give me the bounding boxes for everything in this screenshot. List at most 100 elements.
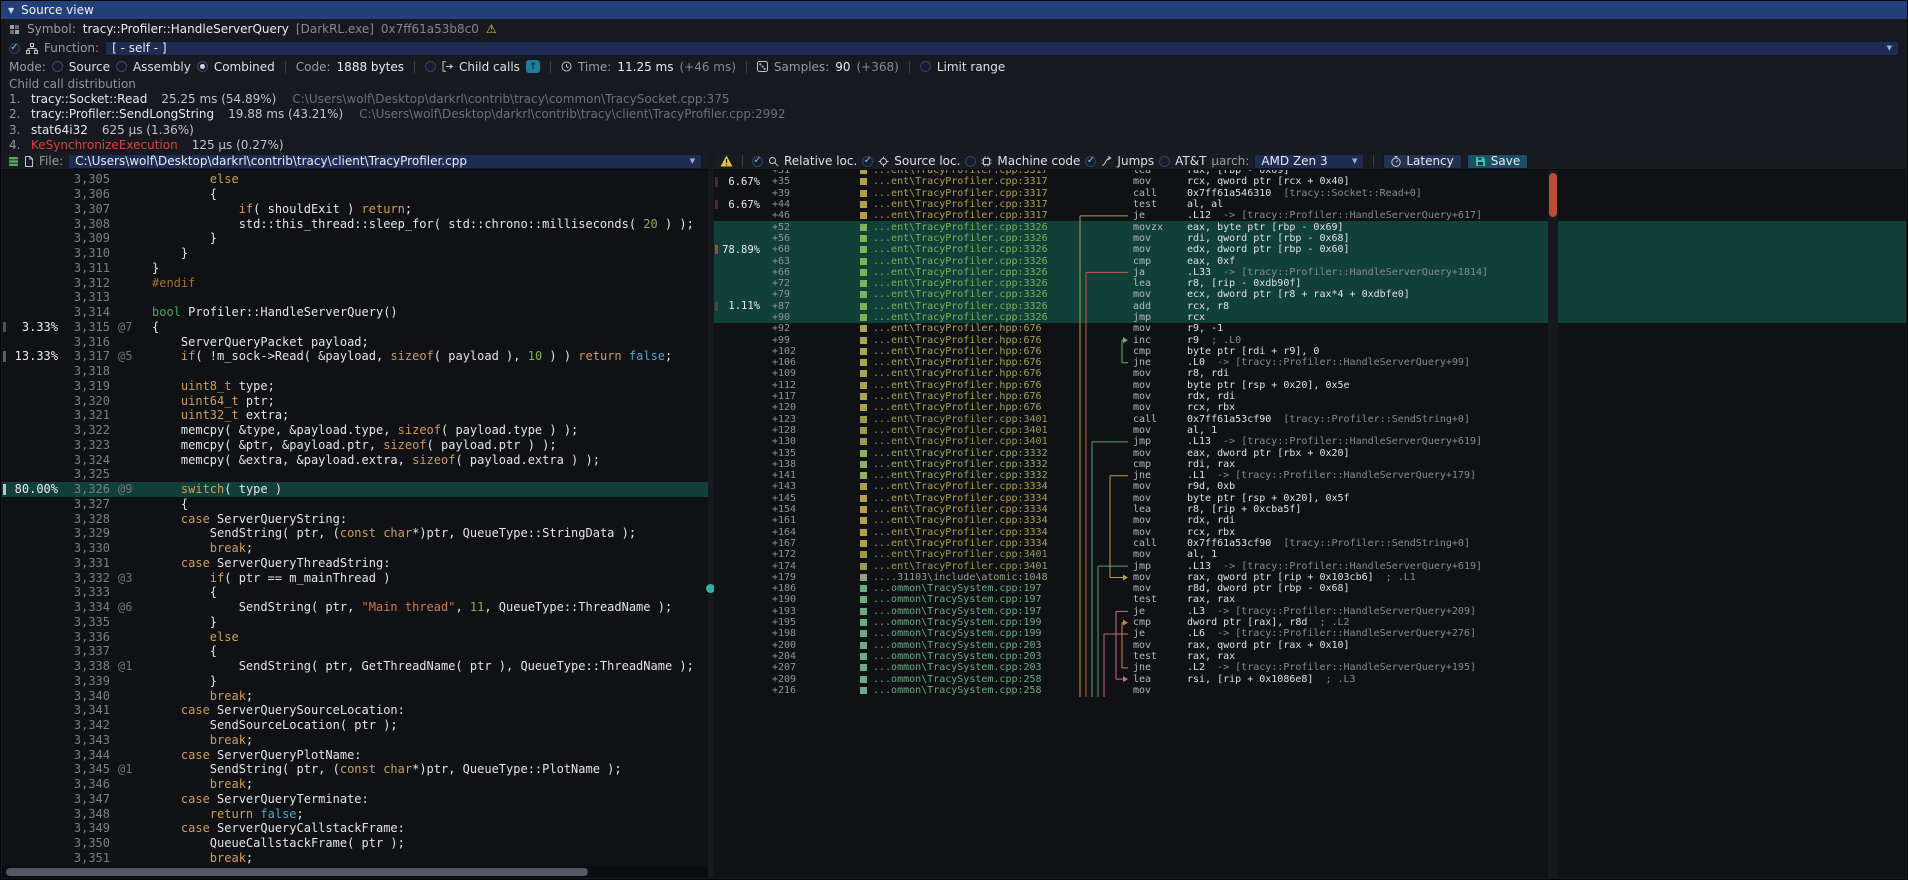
asm-row[interactable]: +204...ommon\TracySystem.cpp:203testrax,…	[714, 651, 1906, 662]
asm-row[interactable]: +209...ommon\TracySystem.cpp:258learsi, …	[714, 673, 1906, 684]
titlebar[interactable]: ▼ Source view	[1, 1, 1907, 19]
asm-row[interactable]: +99...ent\TracyProfiler.hpp:676incr9 ; .…	[714, 334, 1906, 345]
source-line[interactable]: 3,311}	[2, 261, 708, 276]
source-line[interactable]: 3,308 std::this_thread::sleep_for( std::…	[2, 216, 708, 231]
source-line[interactable]: 3,330 break;	[2, 541, 708, 556]
source-line[interactable]: 3,320 uint64_t ptr;	[2, 393, 708, 408]
source-line[interactable]: 3,327 {	[2, 497, 708, 512]
source-line[interactable]: 3,329 SendString( ptr, (const char*)ptr,…	[2, 526, 708, 541]
source-line[interactable]: 3,323 memcpy( &ptr, &payload.ptr, sizeof…	[2, 438, 708, 453]
child-calls-checkbox[interactable]: ✓	[425, 61, 436, 72]
asm-row[interactable]: 6.67%+44...ent\TracyProfiler.cpp:3317tes…	[714, 199, 1906, 210]
asm-row[interactable]: +92...ent\TracyProfiler.hpp:676movr9, -1	[714, 323, 1906, 334]
asm-row[interactable]: 6.67%+35...ent\TracyProfiler.cpp:3317mov…	[714, 176, 1906, 187]
source-line[interactable]: 3,319 uint8_t type;	[2, 379, 708, 394]
asm-row[interactable]: 78.89%+60...ent\TracyProfiler.cpp:3326mo…	[714, 244, 1906, 255]
asm-row[interactable]: +145...ent\TracyProfiler.cpp:3334movbyte…	[714, 493, 1906, 504]
source-line[interactable]: 3,335 }	[2, 615, 708, 630]
source-line[interactable]: 3,336 else	[2, 629, 708, 644]
asm-row[interactable]: +186...ommon\TracySystem.cpp:197movr8d, …	[714, 583, 1906, 594]
uarch-combo[interactable]: AMD Zen 3 ▼	[1254, 154, 1364, 169]
asm-row[interactable]: +123...ent\TracyProfiler.cpp:3401call0x7…	[714, 414, 1906, 425]
child-call-row[interactable]: 2.tracy::Profiler::SendLongString19.88 m…	[1, 107, 1907, 123]
mode-radio-source[interactable]	[52, 61, 63, 72]
asm-row[interactable]: +128...ent\TracyProfiler.cpp:3401moval, …	[714, 425, 1906, 436]
asm-row[interactable]: +207...ommon\TracySystem.cpp:203jne.L2 -…	[714, 662, 1906, 673]
asm-row[interactable]: +164...ent\TracyProfiler.cpp:3334movrcx,…	[714, 527, 1906, 538]
source-line[interactable]: 3,333 {	[2, 585, 708, 600]
source-line[interactable]: 3,322 memcpy( &type, &payload.type, size…	[2, 423, 708, 438]
source-line[interactable]: 3,350 QueueCallstackFrame( ptr );	[2, 836, 708, 851]
asm-row[interactable]: +120...ent\TracyProfiler.hpp:676movrcx, …	[714, 402, 1906, 413]
source-line[interactable]: 3,306 {	[2, 187, 708, 202]
asm-row[interactable]: +117...ent\TracyProfiler.hpp:676movrdx, …	[714, 391, 1906, 402]
source-hscrollbar[interactable]	[2, 866, 708, 878]
source-line[interactable]: 3,343 break;	[2, 733, 708, 748]
source-line[interactable]: 3,324 memcpy( &extra, &payload.extra, si…	[2, 452, 708, 467]
source-line[interactable]: 3,321 uint32_t extra;	[2, 408, 708, 423]
asm-row[interactable]: +66...ent\TracyProfiler.cpp:3326ja.L33 -…	[714, 267, 1906, 278]
source-line[interactable]: 80.00%3,326@9 switch( type )	[2, 482, 708, 497]
function-combo[interactable]: [ - self - ] ▼	[105, 41, 1899, 56]
asm-row[interactable]: +90...ent\TracyProfiler.cpp:3326jmprcx	[714, 312, 1906, 323]
asm-row[interactable]: +112...ent\TracyProfiler.hpp:676movbyte …	[714, 380, 1906, 391]
asm-row[interactable]: +46...ent\TracyProfiler.cpp:3317je.L12 -…	[714, 210, 1906, 221]
asm-row[interactable]: +56...ent\TracyProfiler.cpp:3326movrdi, …	[714, 233, 1906, 244]
source-line[interactable]: 3,342 SendSourceLocation( ptr );	[2, 718, 708, 733]
source-line[interactable]: 3,346 break;	[2, 777, 708, 792]
mode-radio-assembly[interactable]	[116, 61, 127, 72]
asm-row[interactable]: +174...ent\TracyProfiler.cpp:3401jmp.L13…	[714, 560, 1906, 571]
source-line[interactable]: 13.33%3,317@5 if( !m_sock->Read( &payloa…	[2, 349, 708, 364]
source-line[interactable]: 3,349 case ServerQueryCallstackFrame:	[2, 821, 708, 836]
source-line[interactable]: 3,307 if( shouldExit ) return;	[2, 202, 708, 217]
asm-row[interactable]: +195...ommon\TracySystem.cpp:199cmpdword…	[714, 617, 1906, 628]
asm-row[interactable]: +52...ent\TracyProfiler.cpp:3326movzxeax…	[714, 221, 1906, 232]
asm-row[interactable]: +172...ent\TracyProfiler.cpp:3401moval, …	[714, 549, 1906, 560]
asm-row[interactable]: +200...ommon\TracySystem.cpp:203movrax, …	[714, 639, 1906, 650]
save-button[interactable]: Save	[1467, 154, 1528, 169]
source-line[interactable]: 3,318	[2, 364, 708, 379]
limit-range-checkbox[interactable]: ✓	[920, 61, 931, 72]
asm-row[interactable]: +39...ent\TracyProfiler.cpp:3317call0x7f…	[714, 188, 1906, 199]
child-call-row[interactable]: 4.KeSynchronizeExecution125 μs (0.27%)	[1, 138, 1907, 154]
source-line[interactable]: 3,316 ServerQueryPacket payload;	[2, 334, 708, 349]
source-line[interactable]: 3,313	[2, 290, 708, 305]
hscroll-thumb[interactable]	[6, 868, 588, 876]
asm-row[interactable]: +143...ent\TracyProfiler.cpp:3334movr9d,…	[714, 481, 1906, 492]
source-line[interactable]: 3,340 break;	[2, 688, 708, 703]
asm-row[interactable]: +179....31103\include\atomic:1048movrax,…	[714, 572, 1906, 583]
asm-row[interactable]: +167...ent\TracyProfiler.cpp:3334call0x7…	[714, 538, 1906, 549]
source-line[interactable]: 3,325	[2, 467, 708, 482]
asm-vscrollbar[interactable]	[1548, 170, 1558, 878]
asm-row[interactable]: 1.11%+87...ent\TracyProfiler.cpp:3326add…	[714, 301, 1906, 312]
asm-row[interactable]: +154...ent\TracyProfiler.cpp:3334lear8, …	[714, 504, 1906, 515]
asm-row[interactable]: +198...ommon\TracySystem.cpp:199je.L6 ->…	[714, 628, 1906, 639]
source-line[interactable]: 3,347 case ServerQueryTerminate:	[2, 792, 708, 807]
source-line[interactable]: 3,309 }	[2, 231, 708, 246]
source-loc-checkbox[interactable]: ✓	[862, 156, 873, 167]
asm-row[interactable]: +216...ommon\TracySystem.cpp:258mov	[714, 685, 1906, 696]
source-line[interactable]: 3,332@3 if( ptr == m_mainThread )	[2, 570, 708, 585]
asm-row[interactable]: +141...ent\TracyProfiler.cpp:3332jne.L1 …	[714, 470, 1906, 481]
child-call-row[interactable]: 1.tracy::Socket::Read25.25 ms (54.89%)C:…	[1, 91, 1907, 107]
source-line[interactable]: 3,314bool Profiler::HandleServerQuery()	[2, 305, 708, 320]
asm-row[interactable]: +63...ent\TracyProfiler.cpp:3326cmpeax, …	[714, 255, 1906, 266]
child-calls-expand-button[interactable]: ↑	[526, 60, 540, 73]
asm-row[interactable]: +79...ent\TracyProfiler.cpp:3326movecx, …	[714, 289, 1906, 300]
source-line[interactable]: 3,351 break;	[2, 851, 708, 866]
asm-row[interactable]: +109...ent\TracyProfiler.hpp:676movr8, r…	[714, 368, 1906, 379]
source-line[interactable]: 3,305 else	[2, 172, 708, 187]
file-combo[interactable]: C:\Users\wolf\Desktop\darkrl\contrib\tra…	[68, 154, 702, 169]
function-checkbox[interactable]: ✓	[9, 43, 20, 54]
relative-loc-checkbox[interactable]: ✓	[752, 156, 763, 167]
jumps-checkbox[interactable]: ✓	[1085, 156, 1096, 167]
source-line[interactable]: 3,339 }	[2, 674, 708, 689]
source-line[interactable]: 3,310 }	[2, 246, 708, 261]
asm-row[interactable]: +161...ent\TracyProfiler.cpp:3334movrdx,…	[714, 515, 1906, 526]
collapse-icon[interactable]: ▼	[8, 6, 14, 15]
source-line[interactable]: 3,328 case ServerQueryString:	[2, 511, 708, 526]
child-call-row[interactable]: 3.stat64i32625 μs (1.36%)	[1, 122, 1907, 138]
asm-row[interactable]: +102...ent\TracyProfiler.hpp:676cmpbyte …	[714, 346, 1906, 357]
source-line[interactable]: 3,338@1 SendString( ptr, GetThreadName( …	[2, 659, 708, 674]
att-syntax-checkbox[interactable]: ✓	[1159, 156, 1170, 167]
